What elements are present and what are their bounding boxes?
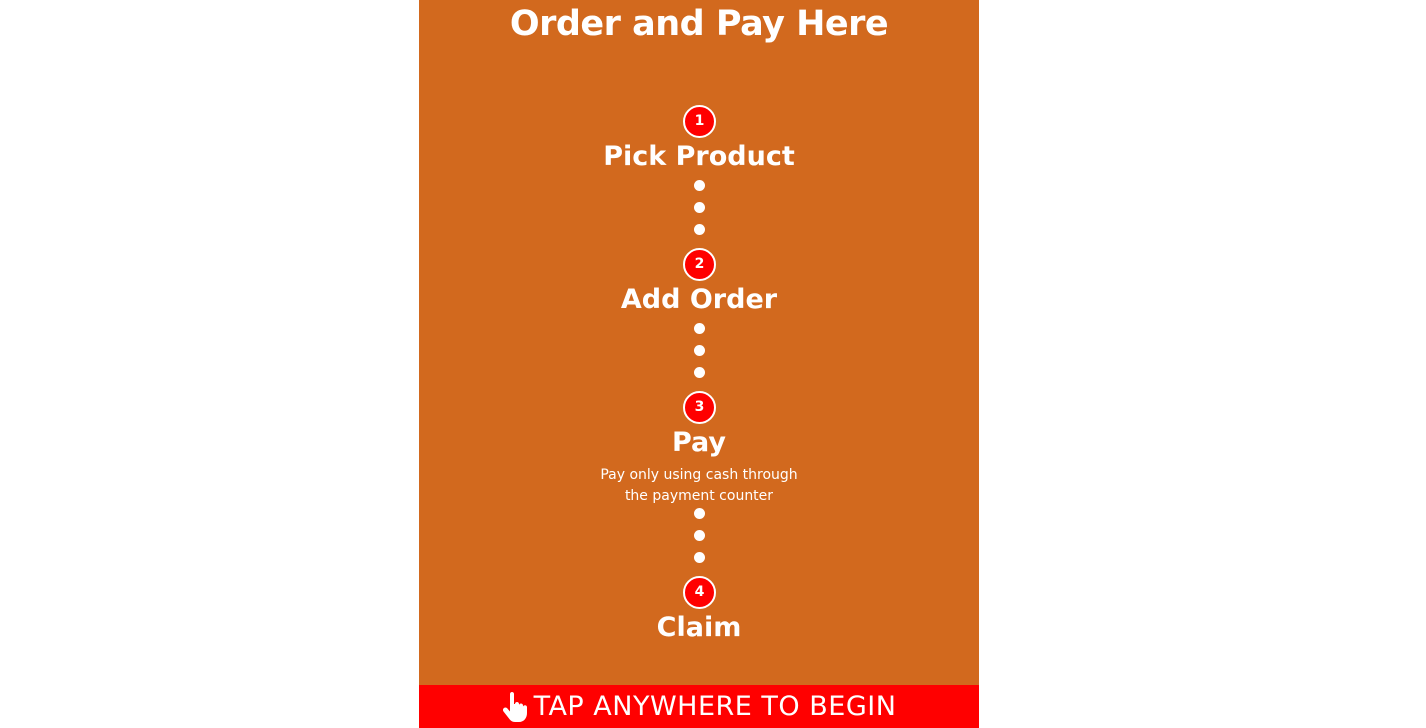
step-connector-dot [694,202,705,213]
step-connector-dot [694,224,705,235]
step-3-description-line-1: Pay only using cash through [600,467,798,483]
step-connector-dot [694,552,705,563]
step-3-label: Pay [671,427,727,458]
step-2-label: Add Order [620,284,778,315]
step-connector-dot [694,323,705,334]
page-title: Order and Pay Here [509,4,889,44]
tap-to-begin-button[interactable]: TAP ANYWHERE TO BEGIN [419,685,979,728]
step-connector-dot [694,180,705,191]
step-2-badge: 2 [683,248,716,281]
tap-to-begin-label: TAP ANYWHERE TO BEGIN [533,691,897,722]
step-connector-dot [694,508,705,519]
step-1-label: Pick Product [603,141,795,172]
step-3-description-line-2: the payment counter [624,488,774,504]
step-connector-dot [694,367,705,378]
hand-pointer-icon [502,691,528,722]
step-3-description: Pay only using cash through the payment … [419,465,979,507]
step-4-label: Claim [656,612,742,643]
step-1-badge: 1 [683,105,716,138]
kiosk-screen[interactable]: Order and Pay Here 1 Pick Product 2 Add … [419,0,979,728]
step-3-badge: 3 [683,391,716,424]
step-4-badge: 4 [683,576,716,609]
step-connector-dot [694,345,705,356]
step-connector-dot [694,530,705,541]
